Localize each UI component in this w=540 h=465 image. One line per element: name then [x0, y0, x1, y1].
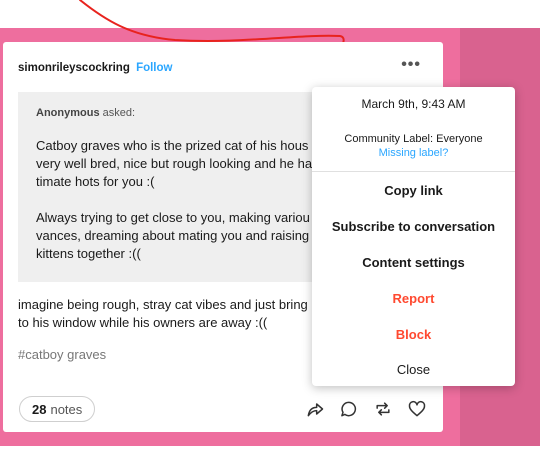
- subscribe-conversation-item[interactable]: Subscribe to conversation: [312, 209, 515, 243]
- asker-name: Anonymous: [36, 107, 100, 119]
- ask-line: Always trying to get close to you, makin…: [36, 210, 310, 225]
- ask-paragraph-2: Always trying to get close to you, makin…: [36, 209, 336, 263]
- post-tag[interactable]: #catboy graves: [18, 347, 106, 362]
- close-item[interactable]: Close: [312, 352, 515, 386]
- asked-text: asked:: [99, 107, 136, 119]
- ask-line: Catboy graves who is the prized cat of h…: [36, 138, 309, 153]
- more-horizontal-icon[interactable]: •••: [401, 56, 421, 74]
- follow-button[interactable]: Follow: [136, 62, 172, 74]
- missing-label-link[interactable]: Missing label?: [312, 146, 515, 160]
- notes-button[interactable]: 28 notes: [19, 396, 96, 422]
- community-label-box: Community Label: Everyone Missing label?: [312, 132, 515, 160]
- menu-divider: [312, 171, 515, 172]
- post-actions: [303, 397, 429, 421]
- post-options-menu: March 9th, 9:43 AM Community Label: Ever…: [312, 87, 515, 386]
- ask-line: very well bred, nice but rough looking a…: [36, 156, 313, 171]
- notes-label: notes: [50, 401, 83, 417]
- ask-line: vances, dreaming about mating you and ra…: [36, 228, 310, 243]
- reply-icon[interactable]: [337, 397, 361, 421]
- answer-line: imagine being rough, stray cat vibes and…: [18, 297, 308, 312]
- bottom-band: [0, 446, 540, 465]
- ask-line: timate hots for you :(: [36, 174, 155, 189]
- report-item[interactable]: Report: [312, 281, 515, 315]
- blog-name[interactable]: simonrileyscockring: [18, 62, 130, 74]
- community-label: Community Label: Everyone: [344, 133, 483, 145]
- block-item[interactable]: Block: [312, 317, 515, 351]
- share-icon[interactable]: [303, 397, 327, 421]
- answer-text: imagine being rough, stray cat vibes and…: [18, 296, 318, 332]
- answer-line: to his window while his owners are away …: [18, 315, 268, 330]
- post-header: simonrileyscockring Follow: [18, 62, 172, 74]
- content-settings-item[interactable]: Content settings: [312, 245, 515, 279]
- notes-count: 28: [32, 401, 47, 417]
- post-date: March 9th, 9:43 AM: [361, 97, 466, 111]
- ask-line: kittens together :((: [36, 246, 141, 261]
- ask-paragraph-1: Catboy graves who is the prized cat of h…: [36, 137, 336, 191]
- copy-link-item[interactable]: Copy link: [312, 173, 515, 207]
- reblog-icon[interactable]: [371, 397, 395, 421]
- ask-header: Anonymous asked:: [36, 107, 135, 119]
- heart-icon[interactable]: [405, 397, 429, 421]
